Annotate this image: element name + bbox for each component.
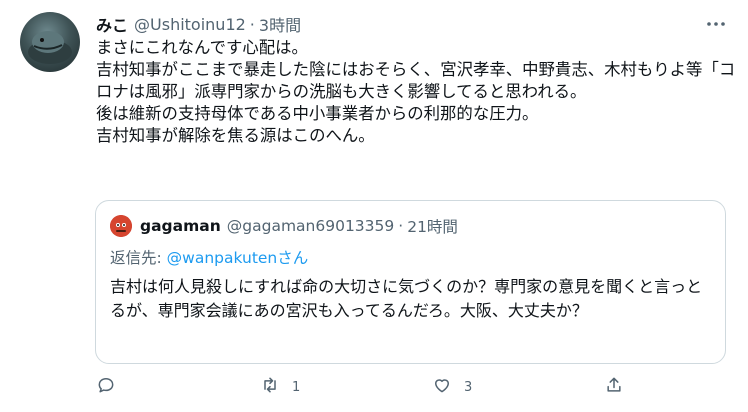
reply-icon: [96, 375, 116, 399]
like-count: 3: [464, 379, 473, 395]
quoted-tweet-header: gagaman @gagaman69013359 · 21時間: [140, 215, 458, 237]
quoted-tweet-text: 吉村は何人見殺しにすれば命の大切さに気づくのか？専門家の意見を聞くと言っとるが、…: [110, 277, 703, 320]
author-handle[interactable]: @Ushitoinu12: [134, 15, 246, 34]
quoted-author-display-name: gagaman: [140, 217, 221, 235]
tweet-header: みこ @Ushitoinu12 · 3時間: [96, 12, 728, 36]
separator-dot: ·: [249, 14, 255, 34]
reply-to-prefix: 返信先:: [110, 249, 167, 267]
reply-to-handle[interactable]: @wanpakutenさん: [167, 249, 309, 267]
tweet-text: まさにこれなんです心配は。 吉村知事がここまで暴走した陰にはおそらく、宮沢孝幸、…: [96, 38, 736, 145]
author-avatar[interactable]: [20, 12, 80, 72]
reply-to-line: 返信先: @wanpakutenさん: [110, 246, 308, 268]
reply-button[interactable]: [96, 374, 128, 400]
share-button[interactable]: [604, 374, 624, 400]
quoted-author-handle: @gagaman69013359: [226, 217, 395, 235]
quoted-avatar-image: [110, 215, 132, 237]
quoted-author-avatar: [110, 215, 132, 237]
quoted-tweet-timestamp: 21時間: [407, 218, 458, 236]
retweet-button[interactable]: 1: [260, 374, 300, 400]
quoted-separator-dot: ·: [398, 217, 404, 235]
share-icon: [604, 375, 624, 399]
author-display-name[interactable]: みこ: [96, 12, 128, 36]
retweet-count: 1: [292, 379, 301, 395]
like-button[interactable]: 3: [432, 374, 472, 400]
avatar-image: [28, 31, 72, 64]
tweet-actions: 1 3: [96, 374, 636, 400]
retweet-icon: [260, 375, 280, 399]
more-icon[interactable]: [704, 12, 728, 36]
heart-icon: [432, 375, 452, 399]
tweet-timestamp[interactable]: 3時間: [259, 12, 301, 36]
quoted-tweet[interactable]: gagaman @gagaman69013359 · 21時間 返信先: @wa…: [95, 200, 726, 364]
